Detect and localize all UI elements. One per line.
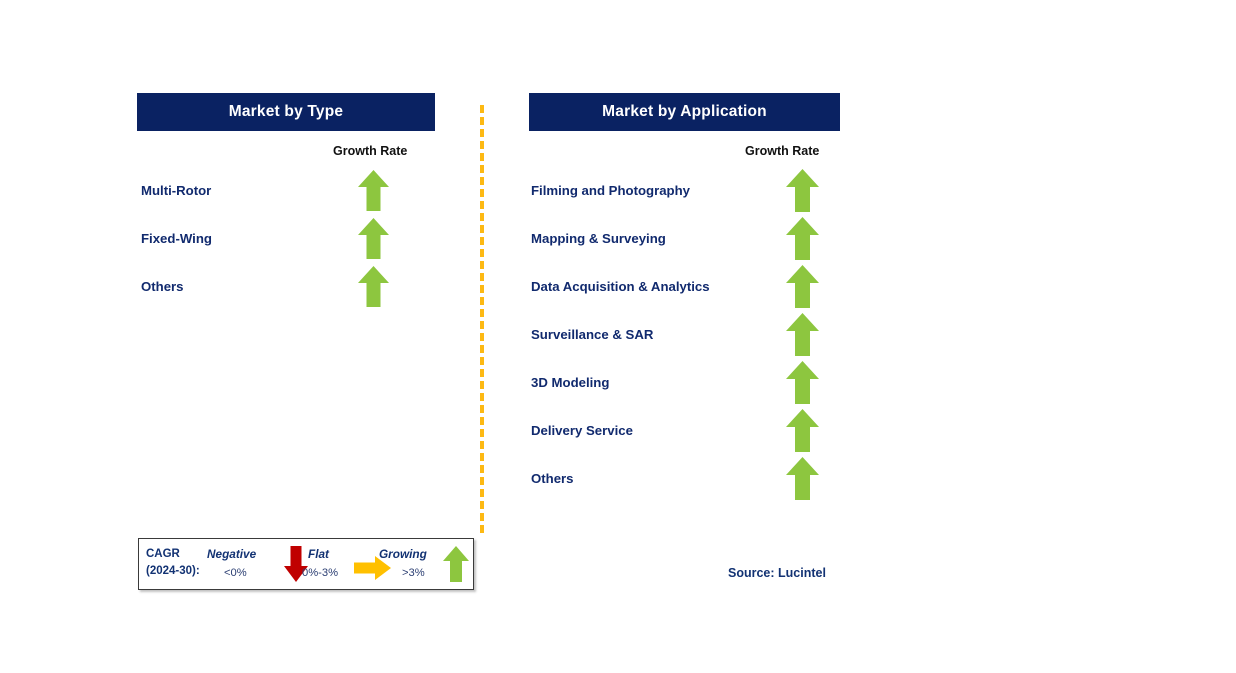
panel-header-market-by-application: Market by Application — [529, 93, 840, 131]
arrow-up-icon — [358, 266, 389, 307]
row-label-filming-and-photography: Filming and Photography — [531, 183, 690, 198]
arrow-up-icon — [358, 170, 389, 211]
arrow-up-icon — [786, 313, 819, 356]
arrow-up-icon — [786, 361, 819, 404]
growth-rate-caption-type: Growth Rate — [333, 144, 408, 158]
arrow-up-icon — [786, 409, 819, 452]
row-label-surveillance-and-sar: Surveillance & SAR — [531, 327, 654, 342]
row-label-data-acquisition-and-analytics: Data Acquisition & Analytics — [531, 279, 710, 294]
row-label-delivery-service: Delivery Service — [531, 423, 633, 438]
arrow-up-icon — [358, 218, 389, 259]
panel-title-type: Market by Type — [228, 103, 344, 120]
row-label-multi-rotor: Multi-Rotor — [141, 183, 212, 198]
vertical-dashed-divider — [480, 105, 484, 533]
legend-range-flat: 0%-3% — [302, 567, 339, 579]
cagr-legend: CAGR (2024-30): Negative <0% Flat 0%-3% … — [138, 538, 474, 590]
arrow-up-icon — [786, 217, 819, 260]
arrow-up-icon — [786, 265, 819, 308]
legend-cagr-line1: CAGR — [146, 548, 180, 560]
legend-term-growing: Growing — [379, 547, 427, 561]
panel-title-application: Market by Application — [602, 103, 767, 120]
arrow-up-icon — [786, 169, 819, 212]
row-label-fixed-wing: Fixed-Wing — [141, 231, 212, 246]
legend-term-negative: Negative — [207, 547, 257, 561]
arrow-up-icon — [443, 546, 469, 582]
growth-rate-caption-application: Growth Rate — [745, 144, 820, 158]
source-note: Source: Lucintel — [728, 566, 826, 580]
legend-term-flat: Flat — [308, 547, 329, 561]
slide-canvas: Market by Type Growth Rate Multi-Rotor F… — [0, 0, 1236, 673]
row-label-mapping-and-surveying: Mapping & Surveying — [531, 231, 666, 246]
row-label-others-type: Others — [141, 279, 184, 294]
legend-range-negative: <0% — [224, 567, 247, 579]
row-label-3d-modeling: 3D Modeling — [531, 375, 610, 390]
row-label-others-application: Others — [531, 471, 574, 486]
legend-range-growing: >3% — [402, 567, 425, 579]
legend-cagr-label: CAGR (2024-30): — [146, 546, 200, 580]
arrow-up-icon — [786, 457, 819, 500]
legend-cagr-line2: (2024-30): — [146, 565, 200, 577]
panel-header-market-by-type: Market by Type — [137, 93, 435, 131]
